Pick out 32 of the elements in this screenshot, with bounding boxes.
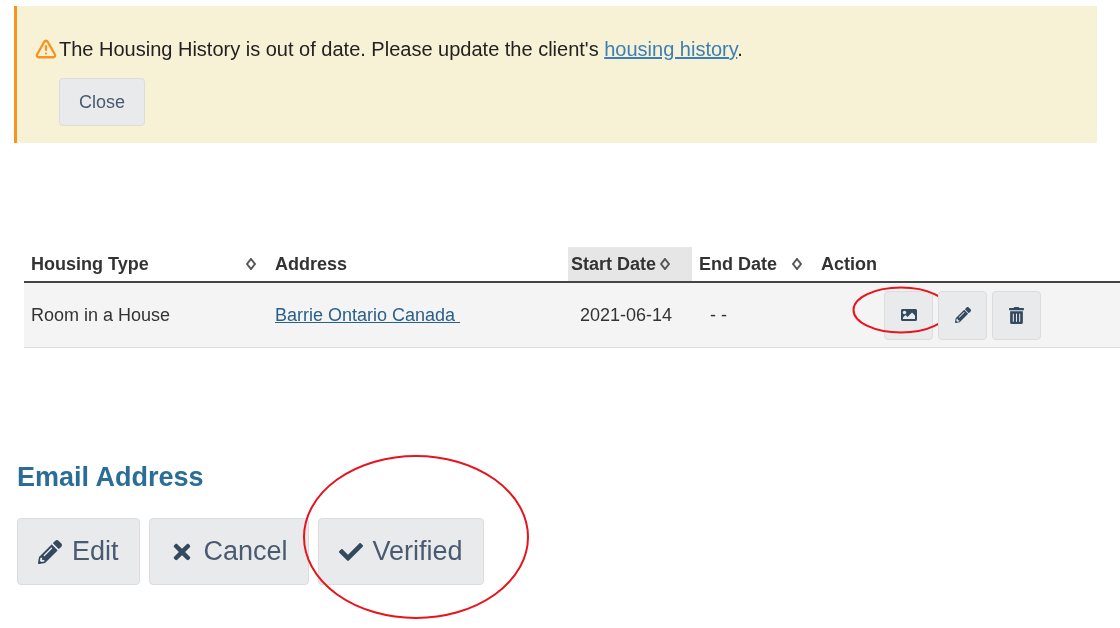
column-label: Start Date bbox=[571, 252, 657, 276]
pencil-icon bbox=[954, 307, 971, 323]
column-label: End Date bbox=[699, 252, 777, 276]
column-header[interactable]: Action bbox=[814, 247, 994, 281]
sort-icon[interactable] bbox=[792, 258, 802, 270]
table-cell: Room in a House bbox=[31, 304, 171, 325]
column-header[interactable]: Start Date bbox=[568, 247, 692, 281]
sort-icon[interactable] bbox=[246, 258, 256, 270]
cancel-button[interactable]: Cancel bbox=[148, 518, 309, 585]
table-cell: 2021-06-14 bbox=[580, 304, 673, 325]
section-title: Email Address bbox=[17, 464, 205, 491]
image-button[interactable] bbox=[884, 290, 933, 340]
column-label: Address bbox=[275, 252, 348, 276]
table-cell: - - bbox=[710, 304, 727, 325]
image-icon bbox=[900, 307, 917, 323]
verified-button[interactable]: Verified bbox=[317, 518, 484, 585]
column-label: Housing Type bbox=[31, 252, 149, 276]
column-label: Action bbox=[821, 252, 877, 276]
warning-icon bbox=[35, 38, 57, 60]
close-button[interactable]: Close bbox=[59, 78, 145, 126]
edit-button[interactable] bbox=[938, 290, 987, 340]
column-header[interactable]: Housing Type bbox=[24, 247, 268, 281]
column-header[interactable]: Address bbox=[268, 247, 568, 281]
address-link[interactable]: Barrie Ontario Canada bbox=[275, 304, 461, 325]
trash-icon bbox=[1008, 306, 1025, 324]
housing-history-link[interactable]: housing history bbox=[604, 38, 738, 60]
column-header[interactable]: End Date bbox=[692, 247, 814, 281]
delete-button[interactable] bbox=[992, 290, 1041, 340]
edit-button[interactable]: Edit bbox=[17, 518, 140, 585]
warning-message: The Housing History is out of date. Please update the client's housing history. bbox=[59, 37, 743, 62]
sort-icon[interactable] bbox=[660, 258, 671, 270]
pencil-icon bbox=[38, 539, 62, 564]
